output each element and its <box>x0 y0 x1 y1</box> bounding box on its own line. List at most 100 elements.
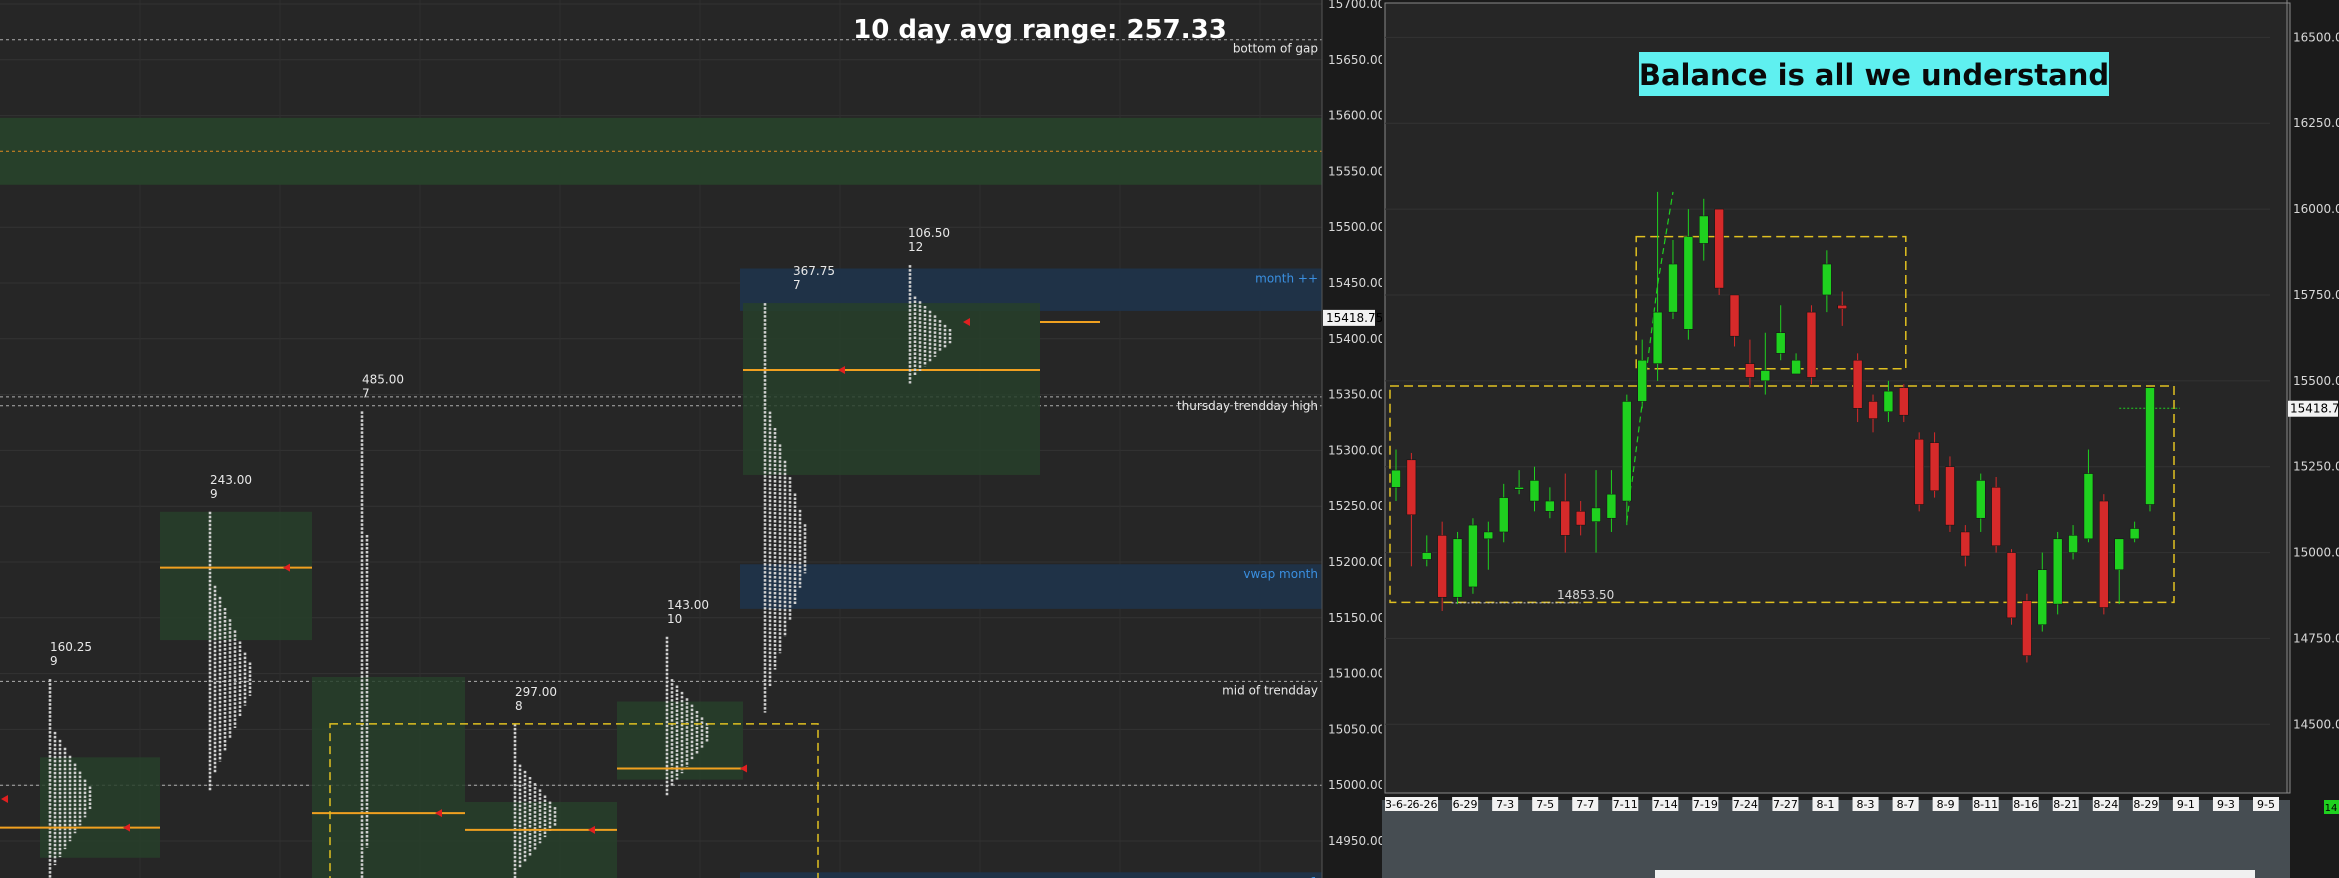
date-label: 9-1 <box>2177 798 2195 811</box>
left-axis-tick: 15000.00 <box>1328 778 1382 792</box>
left-zone-label: vwap month <box>1243 567 1318 581</box>
candle-body <box>1729 294 1740 337</box>
value-area <box>160 511 312 641</box>
left-axis-tick: 15300.00 <box>1328 443 1382 457</box>
candle-body <box>1868 401 1878 419</box>
candle-body <box>1591 507 1601 522</box>
candle <box>2099 494 2109 615</box>
right-current-price: 15418.75 <box>2290 402 2339 416</box>
session-periods-label: 9 <box>50 654 58 668</box>
session-periods-label: 7 <box>793 278 801 292</box>
date-label: 7-19 <box>1693 798 1718 811</box>
left-axis-tick: 15400.00 <box>1328 332 1382 346</box>
chart-title: Balance is all we understand <box>1639 58 2109 92</box>
candle-body <box>1683 236 1694 330</box>
date-label: 8-11 <box>1973 798 1998 811</box>
right-candlestick-chart: 16500.00 16250.00 16000.00 15750.00 15500.00… <box>1382 0 2339 878</box>
candle-body <box>1437 535 1447 598</box>
left-axis-tick: 15500.00 <box>1328 220 1382 234</box>
candle <box>1714 208 1724 295</box>
candle-body <box>1622 401 1632 502</box>
right-axis-tick: 15750.00 <box>2293 288 2339 302</box>
right-axis-tick: 15250.00 <box>2293 460 2339 474</box>
candle <box>2052 531 2063 615</box>
date-label: 8-16 <box>2013 798 2038 811</box>
date-label: 7-27 <box>1773 798 1798 811</box>
session-periods-label: 12 <box>908 240 923 254</box>
candle-body <box>1760 370 1771 382</box>
candle <box>2145 387 2155 512</box>
date-label: 6-29 <box>1453 798 1478 811</box>
left-axis-tick: 15650.00 <box>1328 53 1382 67</box>
candle-body <box>1791 359 1801 375</box>
left-current-price: 15418.75 <box>1326 311 1382 325</box>
date-label: 8-24 <box>2093 798 2118 811</box>
date-label: 9-5 <box>2257 798 2275 811</box>
date-label: 6-26 <box>1413 798 1438 811</box>
candle-body <box>1883 390 1894 412</box>
right-axis-tick: 15000.00 <box>2293 546 2339 560</box>
right-axis-tick: 16250.00 <box>2293 116 2339 130</box>
candle-body <box>1914 438 1924 505</box>
low-price-label: 14853.50 <box>1557 588 1614 602</box>
candle-body <box>1514 487 1524 490</box>
right-axis-tick: 16500.00 <box>2293 30 2339 44</box>
candle <box>2006 549 2017 625</box>
candle-body <box>1452 538 1463 598</box>
left-axis-tick: 15200.00 <box>1328 555 1382 569</box>
candle-body <box>1745 363 1755 378</box>
date-label: 7-3 <box>1496 798 1514 811</box>
left-reference-label: bottom of gap <box>1233 42 1318 56</box>
candle-body <box>1899 387 1909 416</box>
candle-body <box>2068 535 2078 553</box>
candle-body <box>1975 480 1986 519</box>
candle-body <box>1560 500 1571 536</box>
left-axis-tick: 15100.00 <box>1328 667 1382 681</box>
edge-badge: 14 <box>2325 803 2338 814</box>
date-label: 8-21 <box>2053 798 2078 811</box>
left-axis-tick: 15350.00 <box>1328 388 1382 402</box>
date-label: 7-24 <box>1733 798 1758 811</box>
candle-body <box>1575 511 1586 526</box>
left-market-profile-chart: month ++vwap monthm-1 bottom of gapthurs… <box>0 0 1382 878</box>
session-periods-label: 9 <box>210 487 218 501</box>
session-range-label: 143.00 <box>667 598 709 612</box>
left-zone-label: month ++ <box>1255 271 1318 285</box>
date-label: 8-29 <box>2133 798 2158 811</box>
right-axis-tick: 14750.00 <box>2293 631 2339 645</box>
date-label: 8-3 <box>1857 798 1875 811</box>
left-zone <box>740 564 1322 609</box>
left-axis-tick: 15550.00 <box>1328 164 1382 178</box>
candle-body <box>2037 569 2048 625</box>
candle <box>1945 456 1955 532</box>
candle <box>1991 477 2001 553</box>
left-axis-tick: 15700.00 <box>1328 0 1382 11</box>
date-label: 7-14 <box>1653 798 1678 811</box>
candle-body <box>1637 359 1647 402</box>
candle-body <box>1391 469 1401 488</box>
session-range-label: 243.00 <box>210 473 252 487</box>
left-axis-tick: 15050.00 <box>1328 722 1382 736</box>
candle <box>1452 531 1463 605</box>
session-periods-label: 8 <box>515 699 523 713</box>
date-label: 8-7 <box>1897 798 1915 811</box>
date-label: 9-3 <box>2217 798 2235 811</box>
candle-body <box>1929 442 1940 491</box>
right-axis-tick: 15500.00 <box>2293 374 2339 388</box>
candle-body <box>1422 552 1432 560</box>
candle-body <box>2099 500 2109 608</box>
session-range-label: 160.25 <box>50 640 92 654</box>
left-price-axis-bg <box>1322 0 1382 878</box>
candle <box>1468 518 1478 594</box>
candle-body <box>2022 600 2032 656</box>
candle-body <box>1668 263 1678 313</box>
session-range-label: 485.00 <box>362 372 404 386</box>
candle-body <box>1837 305 1847 309</box>
session-range-label: 106.50 <box>908 226 950 240</box>
candle-body <box>1852 359 1863 409</box>
left-axis-tick: 15250.00 <box>1328 499 1382 513</box>
candle-body <box>1652 311 1663 364</box>
left-reference-label: mid of trendday <box>1222 683 1318 697</box>
session-periods-label: 7 <box>362 386 370 400</box>
candle-body <box>2145 387 2155 505</box>
